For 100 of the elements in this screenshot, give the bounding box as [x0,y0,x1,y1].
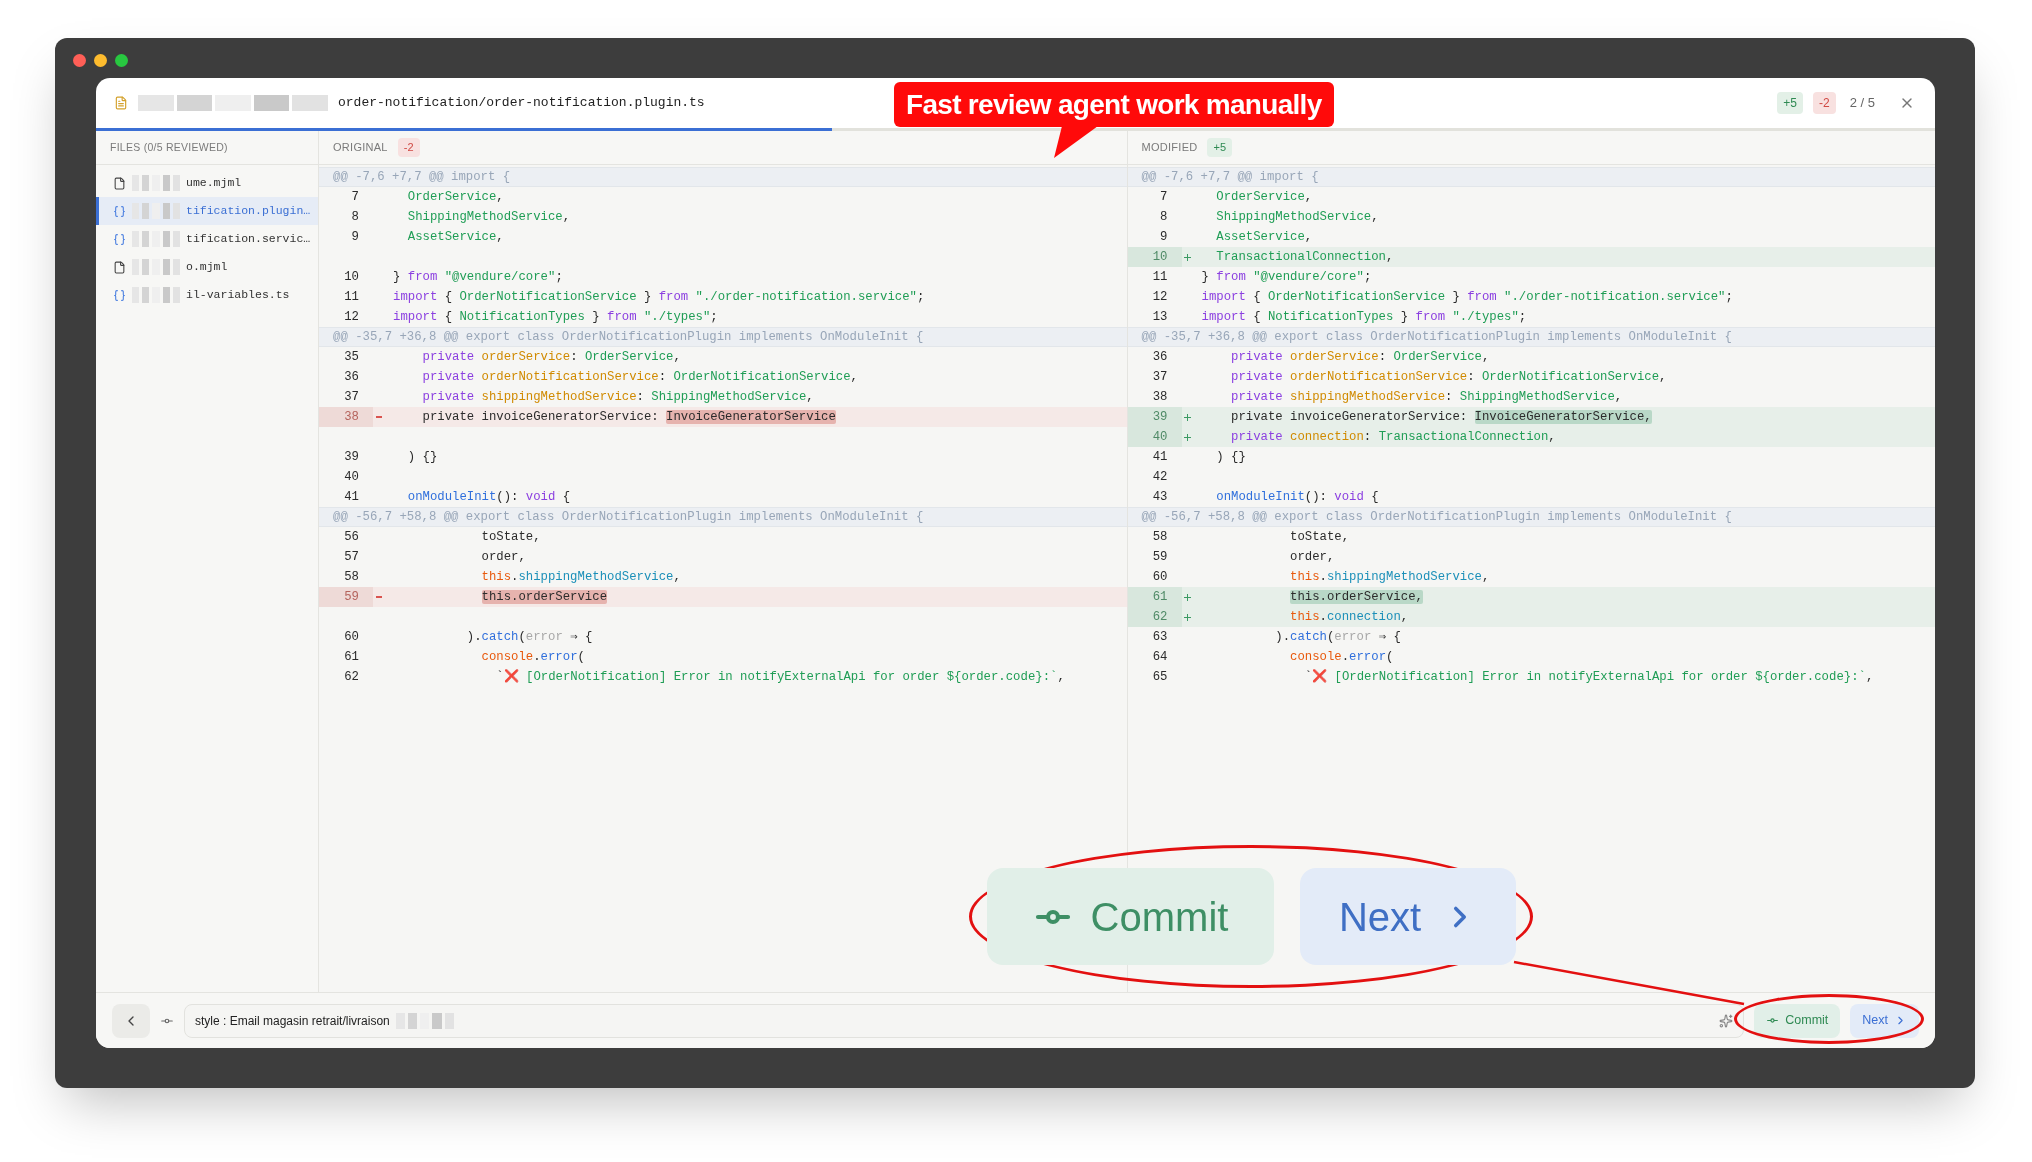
line-number: 12 [343,308,360,326]
minus-icon [376,416,382,418]
code-line: import { NotificationTypes } from "./types"; [393,308,718,326]
code-line: private invoiceGeneratorService: InvoiceGeneratorService, [1230,408,1652,426]
file-icon [113,260,126,274]
code-line: ShippingMethodService, [406,208,571,226]
code-line: this.connection, [1289,608,1409,626]
line-number: 39 [1127,407,1182,427]
file-path: order-notification/order-notification.plugin.ts [338,94,705,113]
code-line: ) {} [1215,448,1246,466]
line-number: 40 [343,468,360,486]
code-line: private orderService: OrderService, [421,348,681,366]
change-count-badge: -2 [397,138,420,157]
code-line: import { NotificationTypes } from "./types"; [1201,308,1527,326]
sidebar-title: FILES (0/5 REVIEWED) [110,139,228,155]
code-line: this.shippingMethodService, [1289,568,1490,586]
plus-icon [1183,253,1191,261]
braces-icon [113,204,126,218]
line-number: 7 [1159,188,1169,206]
line-number: 7 [350,188,360,206]
line-number: 8 [1159,208,1169,226]
next-button[interactable]: Next [1850,1003,1919,1038]
hunk-header: @@ -7,6 +7,7 @@ import { [319,167,1127,187]
code-line: } from "@vendure/core"; [393,268,563,286]
code-line: private orderService: OrderService, [1230,348,1490,366]
line-number: 13 [1151,308,1169,326]
line-number: 62 [343,668,360,686]
line-number: 59 [319,587,373,607]
file-item[interactable]: il-variables.ts [96,281,318,309]
plus-icon [1183,613,1191,621]
line-number: 38 [1151,388,1169,406]
code-line: private invoiceGeneratorService: InvoiceGeneratorService [421,408,836,426]
line-number: 65 [1151,668,1169,686]
line-number: 39 [343,448,360,466]
code-line: private orderNotificationService: OrderNotificationService, [1230,368,1667,386]
line-number: 60 [343,628,360,646]
code-line: OrderService, [406,188,504,206]
code-line: `❌ [OrderNotification] Error in notifyExternalApi for order ${order.code}:`, [1303,668,1874,687]
pane-title: ORIGINAL [333,140,388,156]
code-line: order, [480,548,526,566]
hunk-header: @@ -35,7 +36,8 @@ export class OrderNotificationPlugin implements OnModuleInit { [319,327,1127,347]
code-line: console.error( [1289,648,1394,666]
line-number: 35 [343,348,360,366]
line-number: 43 [1151,488,1169,506]
line-number: 38 [319,407,373,427]
code-line: this.shippingMethodService, [480,568,681,586]
code-line: `❌ [OrderNotification] Error in notifyExternalApi for order ${order.code}:`, [495,668,1065,687]
code-line: OrderService, [1215,188,1313,206]
code-line: AssetService, [406,228,504,246]
minus-icon [376,596,382,598]
file-item[interactable]: o.mjml [96,253,318,281]
code-line: private connection: TransactionalConnection, [1230,428,1556,446]
line-number: 60 [1151,568,1169,586]
code-line: import { OrderNotificationService } from "./order-notification.service"; [393,288,925,306]
file-item[interactable]: tification.plugin… [96,197,318,225]
hunk-header: @@ -7,6 +7,7 @@ import { [1127,167,1935,187]
line-number: 58 [343,568,360,586]
file-item[interactable]: ume.mjml [96,169,318,197]
line-number: 9 [350,228,360,246]
file-icon [113,176,126,190]
redacted-block [132,231,180,247]
line-number: 10 [1127,247,1182,267]
line-number: 61 [343,648,360,666]
code-line: private shippingMethodService: ShippingMethodService, [1230,388,1623,406]
file-icon [114,96,128,110]
redacted-block [132,203,180,219]
code-line: private orderNotificationService: OrderNotificationService, [421,368,858,386]
file-item[interactable]: tification.servic… [96,225,318,253]
commit-button[interactable]: Commit [1754,1003,1841,1038]
redacted-block [395,1012,454,1029]
code-line: ).catch(error ⇒ { [465,628,593,646]
plus-icon [1183,413,1191,421]
line-number: 58 [1151,528,1169,546]
code-line: console.error( [480,648,585,666]
line-number: 41 [343,488,360,506]
line-number: 8 [350,208,360,226]
line-number: 11 [343,288,360,306]
code-line: toState, [1289,528,1350,546]
code-line: onModuleInit(): void { [406,488,571,506]
redacted-block [132,259,180,275]
line-number: 10 [343,268,360,286]
code-line: private shippingMethodService: ShippingMethodService, [421,388,814,406]
plus-icon [1183,433,1191,441]
braces-icon [113,288,126,302]
line-number: 64 [1151,648,1169,666]
redacted-block [132,175,180,191]
code-line: AssetService, [1215,228,1313,246]
code-line: toState, [480,528,541,546]
change-count-badge: +5 [1207,138,1233,157]
sparkle-icon[interactable] [1719,1013,1734,1028]
plus-icon [1183,593,1191,601]
hunk-header: @@ -56,7 +58,8 @@ export class OrderNotificationPlugin implements OnModuleInit { [319,507,1127,527]
code-line: } from "@vendure/core"; [1201,268,1372,286]
line-number: 37 [1151,368,1169,386]
code-line: TransactionalConnection, [1215,248,1394,266]
hunk-header: @@ -35,7 +36,8 @@ export class OrderNotificationPlugin implements OnModuleInit { [1127,327,1935,347]
line-number: 11 [1151,268,1169,286]
line-number: 37 [343,388,360,406]
code-line: onModuleInit(): void { [1215,488,1379,506]
commit-message-field[interactable]: style : Email magasin retrait/livraison [184,1003,1745,1038]
